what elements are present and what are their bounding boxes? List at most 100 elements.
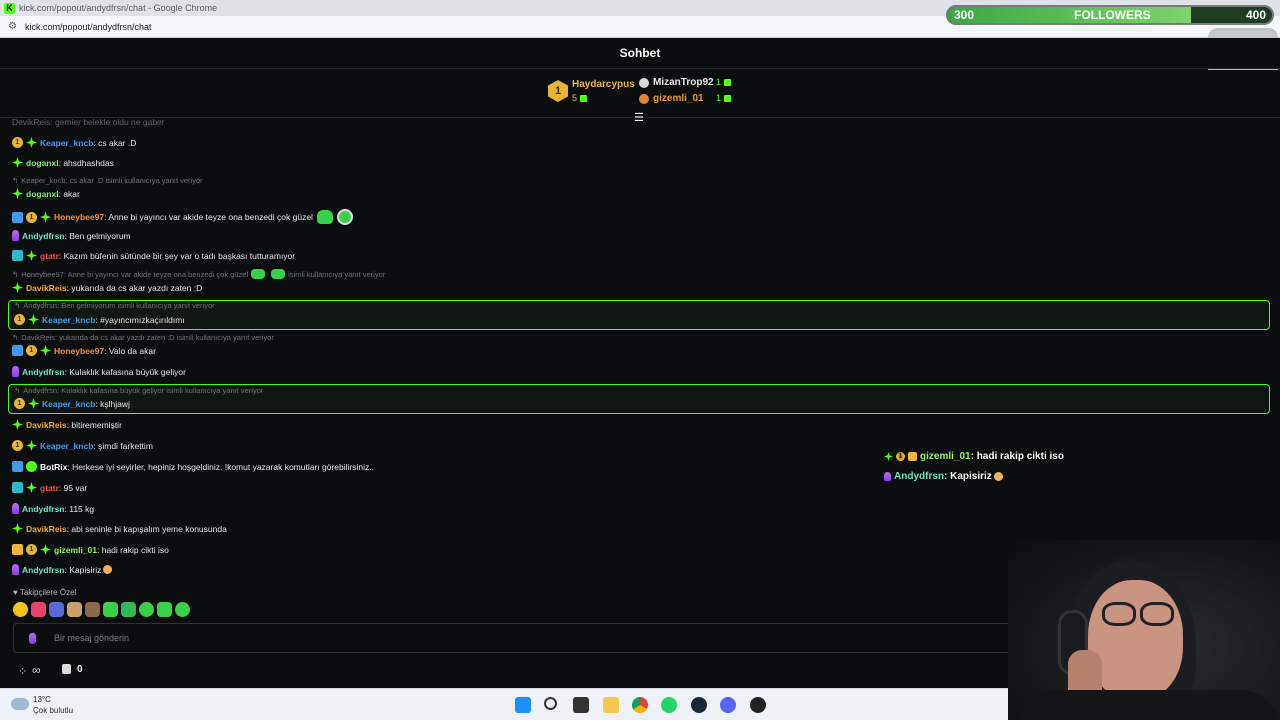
- gifter-first-name[interactable]: Haydarcypus: [572, 79, 635, 90]
- chat-message[interactable]: doganxl: ahsdhashdas: [12, 157, 114, 168]
- chat-username[interactable]: gtatr: [40, 251, 59, 261]
- chat-username[interactable]: Keaper_kncb: [40, 138, 93, 148]
- chat-message[interactable]: DavikReis: yukarıda da cs akar yazdı zat…: [12, 282, 202, 293]
- chat-username[interactable]: Honeybee97: [54, 346, 104, 356]
- emote-icon: [251, 269, 266, 279]
- task-view-icon[interactable]: [573, 697, 589, 713]
- chat-message[interactable]: Andydfrsn: 115 kg: [12, 503, 94, 514]
- chat-username[interactable]: Andydfrsn: [22, 504, 65, 514]
- mic-badge-icon: [884, 472, 891, 481]
- chat-message-text: : Anne bi yayıncı var akide teyze ona be…: [104, 212, 313, 222]
- sub-badge-icon: 1: [14, 398, 25, 409]
- chat-message[interactable]: 1 Honeybee97: Valo da akar: [12, 345, 156, 356]
- gift-icon: [724, 79, 732, 87]
- reply-context[interactable]: ↰ Honeybee97: Anne bi yayıncı var akide t…: [12, 269, 385, 279]
- emote-box-icon[interactable]: [121, 602, 136, 617]
- vip-badge-icon: [12, 211, 23, 223]
- followers-goal-fill: [948, 7, 1191, 23]
- chat-message[interactable]: doganxl: akar: [12, 188, 80, 199]
- chat-message[interactable]: BotRix: Herkese iyi seyirler, hepiniz ho…: [12, 461, 374, 472]
- cloud-icon[interactable]: [11, 698, 29, 710]
- url-text[interactable]: kick.com/popout/andydfrsn/chat: [25, 22, 152, 32]
- chat-username[interactable]: doganxl: [26, 189, 59, 199]
- reply-text: Keaper_kncb: cs akar .D isimli kullanıcı…: [21, 176, 203, 185]
- og-badge-icon: [26, 482, 37, 493]
- chat-message[interactable]: DavikReis: bitirememiştir: [12, 419, 122, 430]
- followers-label: FOLLOWERS: [1074, 8, 1151, 22]
- chat-username[interactable]: gizemli_01: [54, 545, 97, 555]
- overlay-message-text: : Kapisiriz: [944, 471, 992, 482]
- reply-text: Honeybee97: Anne bi yayıncı var akide te…: [21, 269, 249, 279]
- chat-message[interactable]: 1 Keaper_kncb: #yayıncımızkaçırıldımı: [14, 314, 185, 325]
- search-icon[interactable]: [544, 697, 557, 710]
- chat-message[interactable]: 1 Keaper_kncb: şimdi farkettim: [12, 440, 153, 451]
- jar-icon[interactable]: [62, 664, 71, 674]
- webcam-glasses-left: [1102, 602, 1136, 626]
- emote-pixel-icon[interactable]: [49, 602, 64, 617]
- weather-description[interactable]: Çok bulutlu: [33, 706, 73, 715]
- chat-username[interactable]: doganxl: [26, 158, 59, 168]
- sub-badge-icon: 1: [26, 544, 37, 555]
- points-icon[interactable]: ⁘: [18, 665, 27, 678]
- chat-message[interactable]: 1 Keaper_kncb: kşlhjawj: [14, 398, 130, 409]
- chat-username[interactable]: Keaper_kncb: [40, 441, 93, 451]
- emote-figure-icon[interactable]: [85, 602, 100, 617]
- chat-username[interactable]: Andydfrsn: [22, 231, 65, 241]
- chat-username[interactable]: Keaper_kncb: [42, 399, 95, 409]
- reply-arrow-icon: ↰: [14, 301, 21, 310]
- og-badge-icon: [40, 544, 51, 555]
- og-badge-icon: [12, 419, 23, 430]
- emote-face-icon[interactable]: [67, 602, 82, 617]
- steam-icon[interactable]: [691, 697, 707, 713]
- og-badge-icon: [12, 282, 23, 293]
- chat-username[interactable]: Andydfrsn: [22, 565, 65, 575]
- reply-context[interactable]: ↰ DavikReis: yukarıda da cs akar yazdı za…: [12, 333, 274, 342]
- chat-message[interactable]: Andydfrsn: Kapisiriz: [12, 564, 113, 575]
- chat-message-text: : ahsdhashdas: [58, 157, 114, 168]
- chat-username[interactable]: Andydfrsn: [22, 367, 65, 377]
- gifter-third-name[interactable]: gizemli_01: [653, 93, 704, 104]
- chat-username[interactable]: DavikReis: [26, 420, 67, 430]
- file-explorer-icon[interactable]: [603, 697, 619, 713]
- chat-message[interactable]: Andydfrsn: Ben gelmiyorum: [12, 230, 131, 241]
- chat-input-placeholder[interactable]: Bir mesaj gönderin: [54, 633, 129, 643]
- chat-message[interactable]: 1 gizemli_01: hadi rakip cikti iso: [12, 544, 169, 555]
- chat-message[interactable]: DavikReis: abi seninle bi kapışalım yeme…: [12, 523, 227, 534]
- obs-icon[interactable]: [750, 697, 766, 713]
- whatsapp-icon[interactable]: [661, 697, 677, 713]
- emote-green-icon[interactable]: [103, 602, 118, 617]
- site-info-icon[interactable]: ⚙: [8, 21, 17, 32]
- chat-username[interactable]: Honeybee97: [54, 212, 104, 222]
- gifter-third-count: 1: [716, 93, 732, 103]
- chat-username[interactable]: DavikReis: [26, 283, 67, 293]
- gifter-first-count: 5: [572, 93, 588, 103]
- chat-message[interactable]: 1 Honeybee97: Anne bi yayıncı var akide t…: [12, 209, 353, 225]
- discord-icon[interactable]: [720, 697, 736, 713]
- reply-context[interactable]: ↰ Andydfrsn: Ben gelmiyorum isimli kullan…: [14, 301, 215, 310]
- reply-arrow-icon: ↰: [12, 333, 19, 342]
- gifter-second-name[interactable]: MizanTrop92: [653, 77, 714, 88]
- chat-message-text: : Ben gelmiyorum: [64, 230, 131, 241]
- chat-message[interactable]: gtatr: Kazım büfenin sütünde bir şey var…: [12, 250, 295, 261]
- reply-context[interactable]: ↰ Andydfrsn: Kulaklık kafasına büyük geli…: [14, 386, 263, 395]
- emote-smile-icon[interactable]: [139, 602, 154, 617]
- vip-badge-icon: [12, 345, 23, 356]
- chat-message-list[interactable]: DevikReis: gemier belekle oldu ne gaber …: [0, 119, 1280, 581]
- windows-start-icon[interactable]: [515, 697, 531, 713]
- emote-blob-icon[interactable]: [157, 602, 172, 617]
- chat-message[interactable]: gtatr: 95 var: [12, 482, 87, 493]
- emote-wink-icon[interactable]: [175, 602, 190, 617]
- crown-badge-icon: [908, 452, 917, 461]
- chat-message[interactable]: Andydfrsn: Kulaklık kafasına büyük geliy…: [12, 366, 186, 377]
- reply-context[interactable]: ↰ Keaper_kncb: cs akar .D isimli kullanıc…: [12, 176, 203, 185]
- emote-heart-icon[interactable]: [31, 602, 46, 617]
- chat-username[interactable]: gtatr: [40, 483, 59, 493]
- weather-temperature[interactable]: 13°C: [33, 695, 51, 704]
- chat-username[interactable]: Keaper_kncb: [42, 315, 95, 325]
- chrome-icon[interactable]: [632, 697, 648, 713]
- chat-username[interactable]: DavikReis: [26, 524, 67, 534]
- chat-username[interactable]: BotRix: [40, 462, 67, 472]
- chat-message[interactable]: 1 Keaper_kncb: cs akar .D: [12, 137, 136, 148]
- chat-message-text: : Kapisiriz: [64, 564, 102, 575]
- emote-moon-icon[interactable]: [13, 602, 28, 617]
